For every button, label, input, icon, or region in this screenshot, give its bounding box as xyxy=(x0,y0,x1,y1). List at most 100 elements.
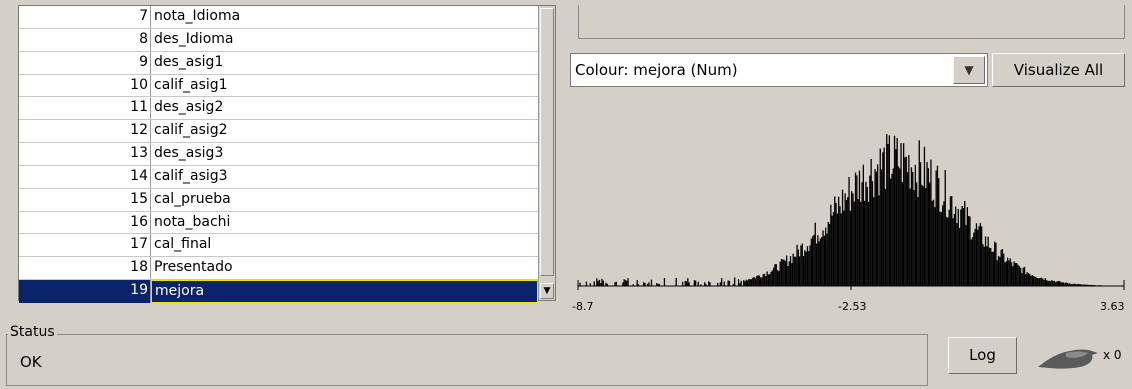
attribute-name: cal_prueba xyxy=(154,190,231,207)
histogram-bar xyxy=(1047,280,1049,286)
attribute-row[interactable]: 16 nota_bachi xyxy=(19,211,538,235)
histogram-bar xyxy=(765,276,767,286)
attribute-list-scrollbar[interactable]: ▼ xyxy=(538,6,555,300)
histogram-bar xyxy=(851,191,853,286)
attribute-row[interactable]: 18 Presentado xyxy=(19,257,538,281)
attribute-row[interactable]: 13 des_asig3 xyxy=(19,143,538,166)
histogram-bar xyxy=(1038,278,1040,286)
histogram-bar xyxy=(908,155,910,286)
histogram-bar xyxy=(793,256,796,286)
histogram-bar xyxy=(1021,273,1023,286)
histogram-bar xyxy=(861,182,863,286)
attribute-row[interactable]: 14 calif_asig3 xyxy=(19,165,538,189)
histogram-bar xyxy=(623,279,625,286)
attribute-row[interactable]: 12 calif_asig2 xyxy=(19,120,538,144)
chevron-down-icon[interactable]: ▼ xyxy=(953,56,985,84)
histogram-bar xyxy=(579,282,581,286)
histogram-bar xyxy=(682,281,684,286)
histogram-bar xyxy=(1053,280,1056,286)
histogram-bar xyxy=(910,167,913,286)
histogram-bar xyxy=(994,241,996,286)
histogram-bar xyxy=(650,279,653,286)
attribute-row[interactable]: 11 des_asig2 xyxy=(19,97,538,121)
histogram-bar xyxy=(825,227,827,286)
x-tick-mid: -2.53 xyxy=(838,300,866,313)
histogram-bar xyxy=(866,187,868,286)
histogram-bar xyxy=(743,280,745,286)
attribute-number: 18 xyxy=(19,257,151,280)
colour-select[interactable]: Colour: mejora (Num) ▼ xyxy=(570,53,988,87)
histogram-bar xyxy=(996,260,998,286)
attribute-number: 11 xyxy=(19,97,151,120)
histogram-bar xyxy=(762,274,764,286)
histogram-bar xyxy=(918,140,920,286)
histogram-bar xyxy=(1029,273,1031,286)
attribute-name: nota_bachi xyxy=(154,213,231,230)
attribute-row[interactable]: 8 des_Idioma xyxy=(19,28,538,52)
histogram-bar xyxy=(719,282,721,286)
attribute-number: 14 xyxy=(19,165,151,188)
scroll-down-arrow-icon[interactable]: ▼ xyxy=(540,283,554,299)
histogram-bar xyxy=(766,271,768,286)
histogram-bar xyxy=(823,235,825,286)
histogram-bar xyxy=(776,269,779,286)
attribute-row[interactable]: 10 calif_asig1 xyxy=(19,74,538,98)
histogram-bar xyxy=(1036,277,1039,286)
histogram-bar xyxy=(783,259,785,286)
histogram-bar xyxy=(953,214,955,286)
histogram-bar xyxy=(965,224,967,286)
histogram-bar xyxy=(648,282,650,286)
histogram-bar xyxy=(945,216,948,286)
attribute-row[interactable]: 9 des_asig1 xyxy=(19,51,538,75)
histogram-bar xyxy=(966,207,968,286)
histogram-bar xyxy=(797,249,799,286)
histogram-bar xyxy=(826,233,828,286)
histogram-bar xyxy=(1012,266,1014,286)
histogram-bar xyxy=(598,279,601,286)
histogram-bar xyxy=(934,207,936,286)
histogram-bar xyxy=(1060,282,1062,286)
attribute-name: mejora xyxy=(151,280,538,303)
histogram-bar xyxy=(838,196,840,286)
histogram-bar xyxy=(886,134,888,286)
histogram-bar xyxy=(1046,280,1048,286)
histogram-bar xyxy=(869,175,871,286)
histogram-bar xyxy=(919,162,922,286)
histogram-bar xyxy=(905,156,907,286)
histogram-bar xyxy=(961,205,963,286)
attribute-row[interactable]: 17 cal_final xyxy=(19,234,538,258)
attribute-row[interactable]: 7 nota_Idioma xyxy=(19,6,538,29)
histogram-bar xyxy=(926,162,928,286)
histogram-bar xyxy=(832,212,835,286)
histogram-bar xyxy=(636,280,638,286)
histogram-bar xyxy=(995,242,997,286)
histogram-bar xyxy=(938,178,940,286)
histogram-bar xyxy=(939,211,941,286)
histogram-bar xyxy=(822,230,824,286)
histogram-bar xyxy=(923,146,926,286)
histogram-bar xyxy=(1003,253,1005,286)
attribute-list[interactable]: 7 nota_Idioma 8 des_Idioma 9 des_asig1 10 calif… xyxy=(18,5,556,303)
attribute-row[interactable]: 19 mejora xyxy=(19,280,538,303)
histogram-bar xyxy=(895,149,897,286)
histogram-bar xyxy=(841,189,844,286)
histogram-bar xyxy=(747,280,749,286)
histogram-bar xyxy=(799,256,801,286)
histogram-bar xyxy=(801,243,803,286)
log-button[interactable]: Log xyxy=(948,337,1017,374)
attribute-summary-box xyxy=(578,5,1125,39)
visualize-all-button[interactable]: Visualize All xyxy=(992,53,1125,87)
histogram-bar xyxy=(836,213,838,286)
attribute-row[interactable]: 15 cal_prueba xyxy=(19,188,538,212)
histogram-bar xyxy=(1000,250,1002,286)
histogram-bar xyxy=(880,169,883,286)
histogram-bar xyxy=(1023,266,1026,286)
histogram-bar xyxy=(874,169,876,286)
histogram-bar xyxy=(1055,282,1057,286)
attribute-name: Presentado xyxy=(154,259,233,276)
histogram-bar xyxy=(865,181,867,286)
histogram-bar xyxy=(780,258,783,286)
histogram-bar xyxy=(1035,277,1037,286)
scrollbar-thumb[interactable] xyxy=(540,8,554,276)
attribute-number: 8 xyxy=(19,28,151,51)
